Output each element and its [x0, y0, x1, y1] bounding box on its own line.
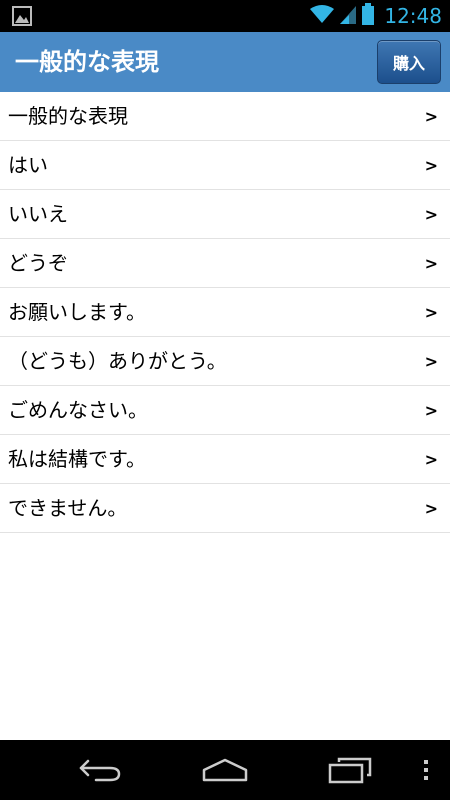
recent-apps-icon[interactable] — [320, 740, 380, 800]
list-item-label: どうぞ — [8, 251, 68, 275]
list-item-label: お願いします。 — [8, 300, 146, 324]
signal-icon — [340, 4, 357, 28]
chevron-right-icon: > — [424, 352, 438, 371]
chevron-right-icon: > — [424, 303, 438, 322]
list-item[interactable]: 一般的な表現 > — [0, 92, 450, 141]
battery-icon — [362, 3, 375, 29]
home-icon[interactable] — [195, 740, 255, 800]
list-item-label: ごめんなさい。 — [8, 398, 148, 422]
list-item-label: 私は結構です。 — [8, 447, 146, 471]
chevron-right-icon: > — [424, 205, 438, 224]
chevron-right-icon: > — [424, 254, 438, 273]
list-item[interactable]: ごめんなさい。 > — [0, 386, 450, 435]
list-item[interactable]: お願いします。 > — [0, 288, 450, 337]
buy-button[interactable]: 購入 — [377, 40, 441, 84]
page-title: 一般的な表現 — [15, 48, 159, 76]
menu-icon[interactable] — [414, 740, 438, 800]
status-time: 12:48 — [384, 4, 442, 28]
list-item-label: （どうも）ありがとう。 — [8, 349, 227, 373]
list-item-label: いいえ — [8, 202, 68, 226]
list-item[interactable]: （どうも）ありがとう。 > — [0, 337, 450, 386]
list-item[interactable]: いいえ > — [0, 190, 450, 239]
chevron-right-icon: > — [424, 401, 438, 420]
wifi-icon — [310, 4, 335, 28]
list-item[interactable]: どうぞ > — [0, 239, 450, 288]
gallery-icon — [12, 6, 32, 26]
status-bar: 12:48 — [0, 0, 450, 32]
list-item-label: はい — [8, 153, 48, 177]
chevron-right-icon: > — [424, 450, 438, 469]
list-item[interactable]: はい > — [0, 141, 450, 190]
list-item[interactable]: できません。 > — [0, 484, 450, 533]
phrase-list: 一般的な表現 > はい > いいえ > どうぞ > お願いします。 > （どうも… — [0, 92, 450, 533]
navigation-bar — [0, 740, 450, 800]
action-bar: 一般的な表現 購入 — [0, 32, 450, 92]
back-icon[interactable] — [70, 740, 130, 800]
chevron-right-icon: > — [424, 499, 438, 518]
list-item-label: できません。 — [8, 496, 128, 520]
chevron-right-icon: > — [424, 156, 438, 175]
chevron-right-icon: > — [424, 107, 438, 126]
list-item-label: 一般的な表現 — [8, 104, 128, 128]
list-item[interactable]: 私は結構です。 > — [0, 435, 450, 484]
